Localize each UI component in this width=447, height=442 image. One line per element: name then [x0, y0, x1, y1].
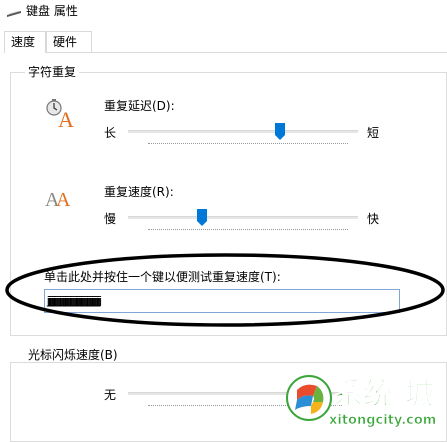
repeat-delay-slider-thumb[interactable] [274, 123, 285, 140]
tab-hardware[interactable]: 硬件 [46, 31, 92, 52]
repeat-delay-label: 重复延迟(D): [104, 99, 175, 113]
repeat-delay-min-label: 长 [104, 126, 117, 140]
repeat-delay-icon: A [46, 99, 74, 130]
cursor-blink-min-label: 无 [104, 388, 117, 402]
repeat-rate-min-label: 慢 [104, 212, 117, 226]
title-bar: 键盘 属性 [0, 0, 447, 26]
repeat-rate-icon: A A [45, 189, 71, 210]
xitongcity-watermark-logo: 系统 城 xitongcity.com [286, 375, 437, 428]
character-repeat-title: 字符重复 [25, 65, 80, 79]
annotation-ellipse [5, 253, 445, 327]
window-title: 键盘 属性 [26, 4, 78, 18]
svg-text:xitongcity.com: xitongcity.com [329, 413, 436, 428]
tab-speed[interactable]: 速度 [4, 31, 46, 53]
repeat-rate-max-label: 快 [367, 212, 380, 226]
svg-text:A: A [58, 107, 74, 130]
repeat-delay-max-label: 短 [367, 126, 380, 140]
svg-text:系统: 系统 [333, 377, 393, 412]
repeat-rate-track[interactable] [128, 216, 358, 219]
repeat-delay-ticks [148, 143, 348, 145]
svg-text:A: A [56, 189, 71, 210]
tab-divider [4, 52, 447, 53]
repeat-delay-track[interactable] [128, 130, 358, 133]
svg-text:城: 城 [405, 377, 435, 412]
keyboard-icon [7, 10, 21, 17]
repeat-rate-label: 重复速度(R): [104, 185, 174, 199]
cursor-blink-title: 光标闪烁速度(B) [25, 348, 121, 362]
repeat-rate-ticks [148, 229, 348, 231]
repeat-rate-slider-thumb[interactable] [196, 209, 207, 226]
